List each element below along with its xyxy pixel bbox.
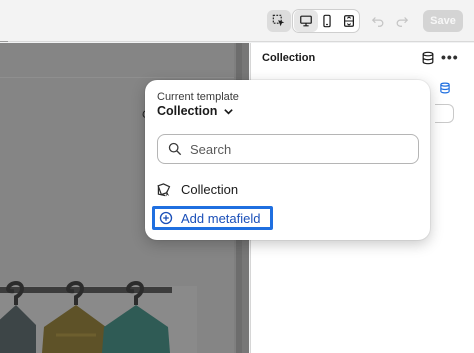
fullscreen-view-button[interactable] [337, 10, 361, 32]
toolbar-edge-divider [0, 41, 8, 42]
collection-option[interactable]: Collection [157, 178, 238, 200]
add-metafield-button[interactable]: Add metafield [152, 206, 273, 230]
search-input[interactable] [190, 141, 410, 157]
current-template-label: Current template [157, 91, 239, 103]
select-element-button[interactable] [267, 10, 291, 32]
database-icon[interactable] [421, 51, 435, 65]
top-toolbar: Save [0, 0, 474, 42]
plus-circle-icon [159, 211, 173, 225]
redo-icon [396, 17, 409, 27]
clothing-hangers-image [0, 275, 249, 353]
collection-tag-icon [157, 182, 171, 197]
template-popover: Current template Collection Collection A… [145, 80, 430, 240]
mobile-icon [323, 14, 331, 28]
dynamic-source-icon[interactable] [439, 82, 451, 94]
chevron-down-icon [224, 108, 234, 115]
fullscreen-icon [344, 15, 354, 27]
search-field[interactable] [157, 134, 419, 164]
select-element-icon [272, 14, 285, 27]
undo-icon [371, 17, 384, 27]
save-button[interactable]: Save [423, 10, 463, 32]
add-metafield-label: Add metafield [181, 210, 261, 226]
redo-button[interactable] [390, 10, 414, 32]
template-name: Collection [157, 104, 218, 118]
collection-option-label: Collection [181, 181, 239, 197]
more-options-icon[interactable]: ••• [441, 49, 459, 65]
panel-title: Collection [262, 52, 316, 64]
search-icon [168, 142, 182, 156]
setting-input-field[interactable] [435, 104, 454, 123]
mobile-view-button[interactable] [315, 10, 339, 32]
desktop-icon [300, 15, 312, 27]
template-selector[interactable]: Collection [157, 104, 234, 118]
preview-divider [0, 77, 234, 78]
undo-button[interactable] [366, 10, 390, 32]
